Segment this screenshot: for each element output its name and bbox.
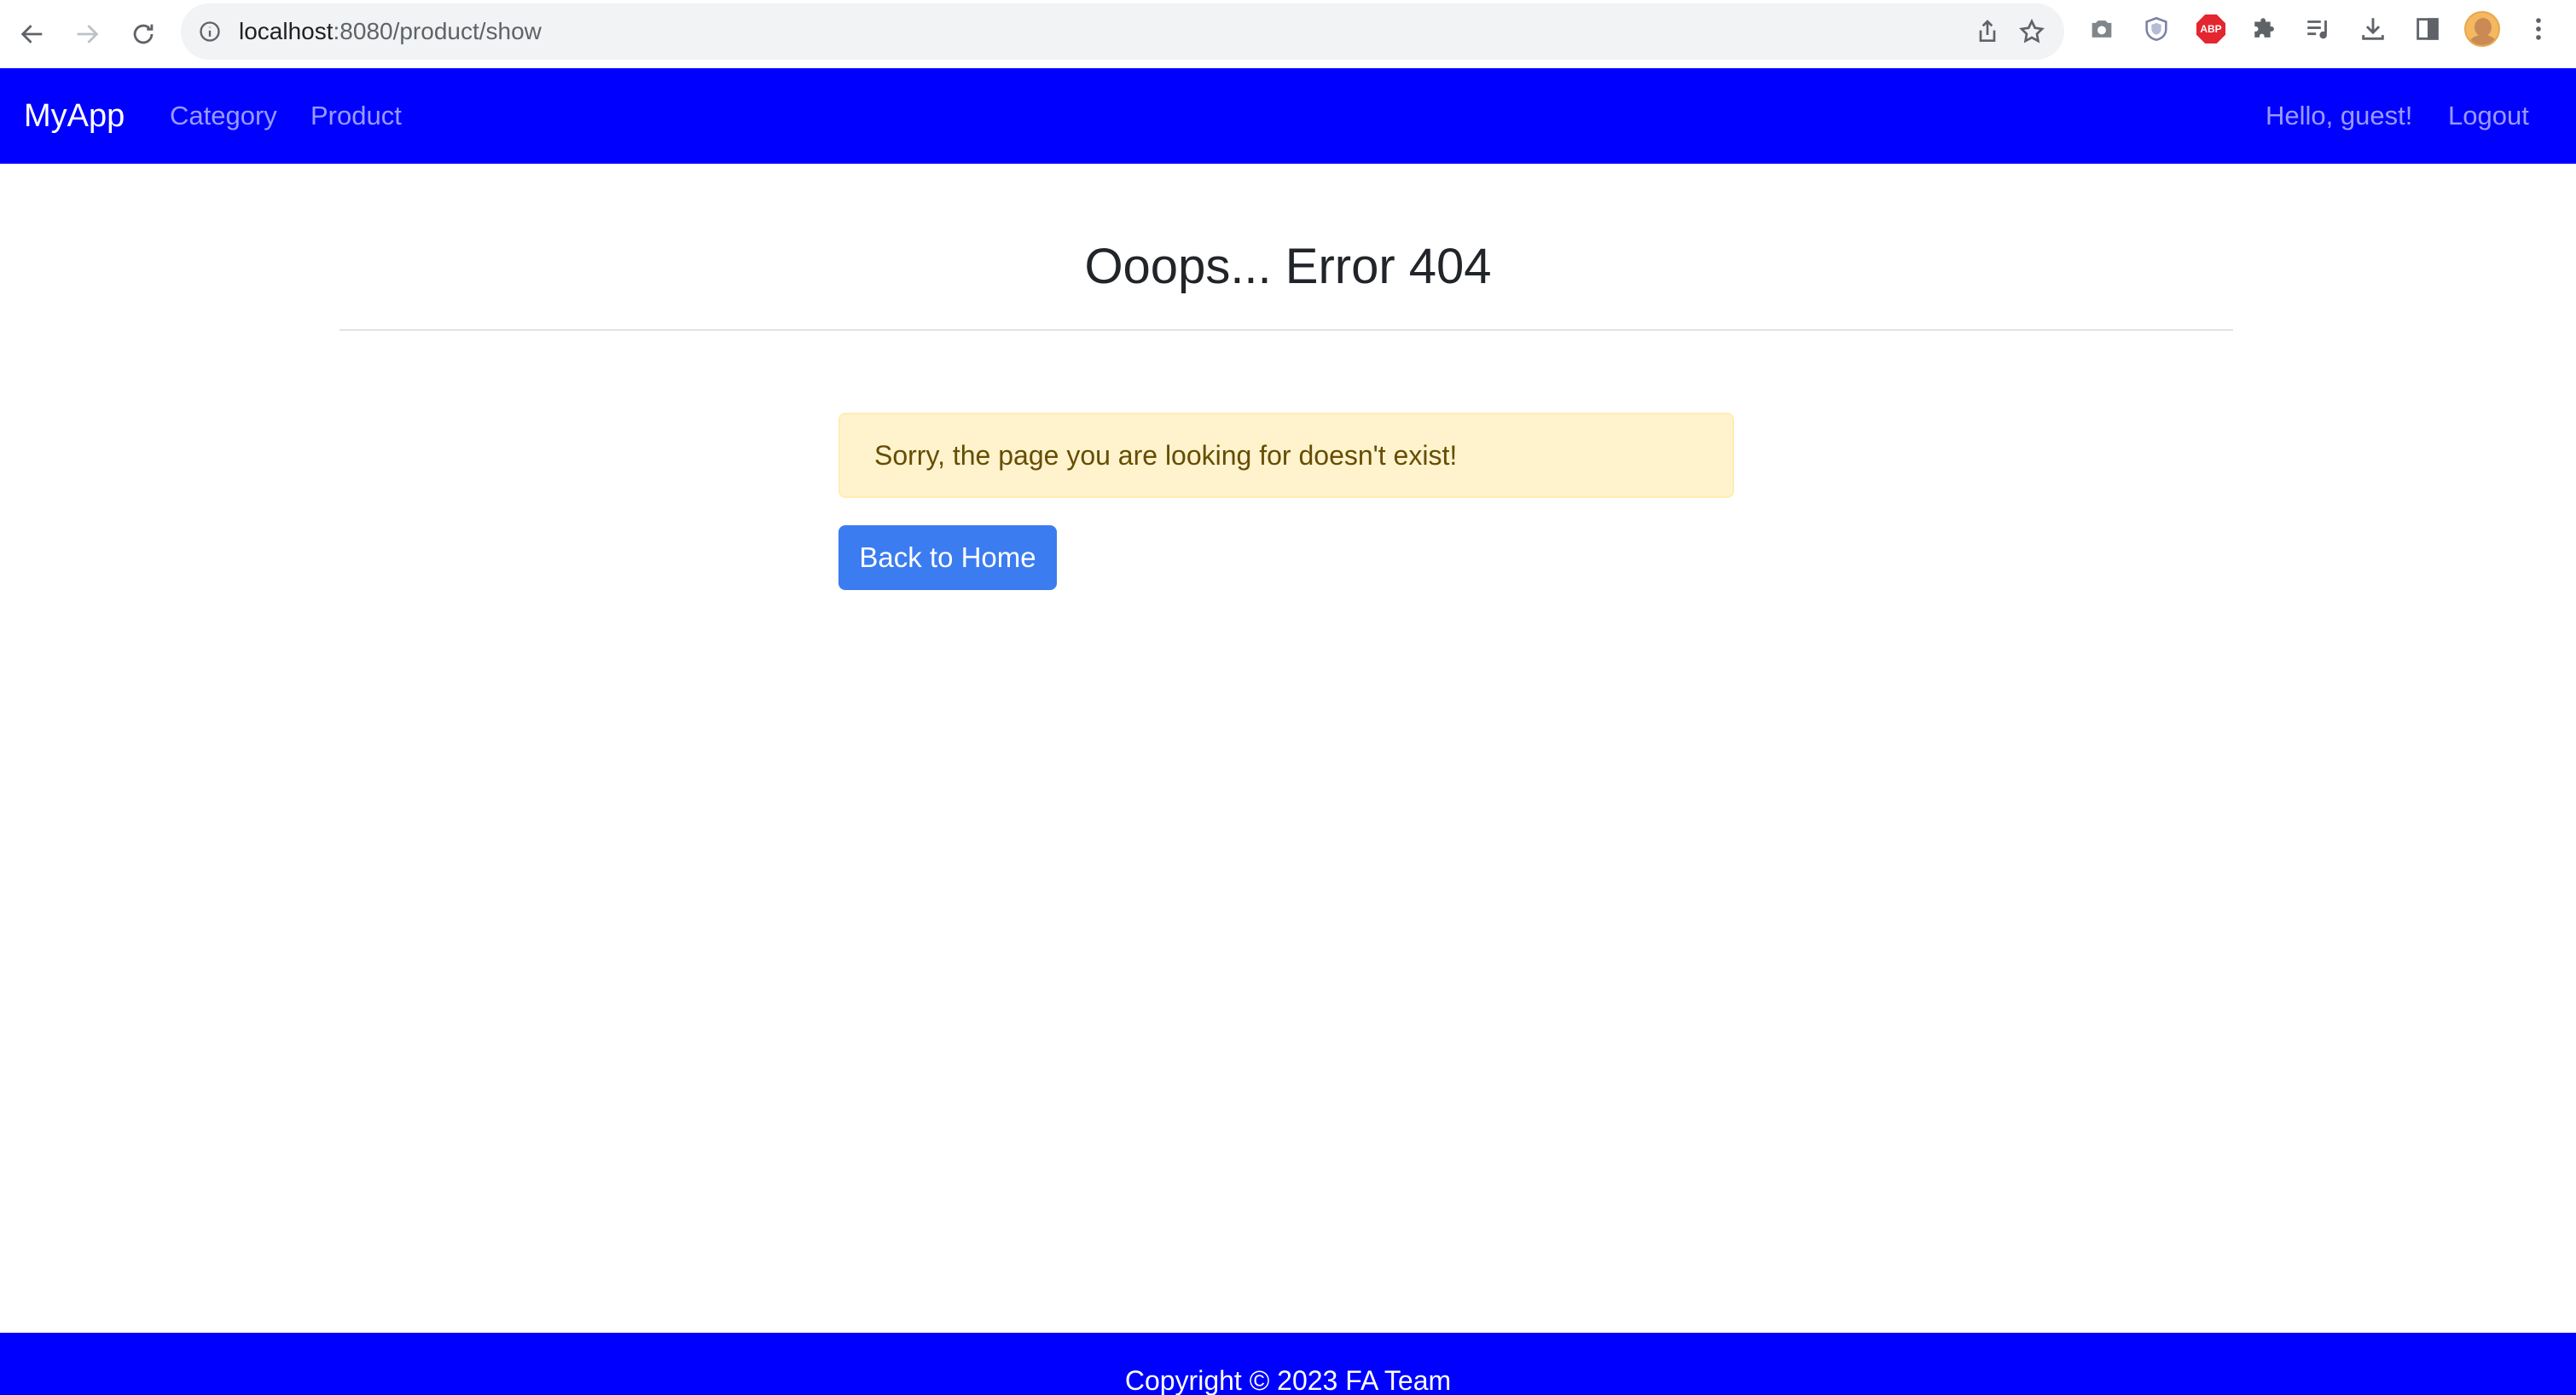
warning-alert: Sorry, the page you are looking for does…: [838, 413, 1734, 498]
page-title: Ooops... Error 404: [1084, 239, 1492, 294]
browser-menu-button[interactable]: [2523, 14, 2554, 44]
nav-link-category[interactable]: Category: [170, 68, 277, 164]
back-arrow-icon: [20, 25, 43, 43]
forward-arrow-icon: [77, 25, 99, 43]
back-to-home-button[interactable]: Back to Home: [838, 525, 1057, 590]
back-button[interactable]: [10, 12, 55, 56]
side-panel-button[interactable]: [2412, 14, 2443, 44]
forward-button[interactable]: [65, 12, 109, 56]
share-icon: [1979, 20, 1996, 42]
logout-link[interactable]: Logout: [2448, 68, 2529, 164]
media-queue-icon: [2307, 20, 2327, 39]
greeting-text: Hello, guest!: [2266, 101, 2413, 130]
nav-link-product[interactable]: Product: [310, 68, 402, 164]
url-host: localhost: [239, 18, 334, 44]
shield-extension[interactable]: [2141, 14, 2172, 44]
url-path: :8080/product/show: [333, 18, 542, 44]
camera-extension[interactable]: [2086, 14, 2117, 44]
profile-button[interactable]: [2463, 10, 2501, 48]
info-icon[interactable]: [198, 20, 222, 43]
abp-icon: ABP: [2196, 14, 2225, 43]
address-bar[interactable]: localhost:8080/product/show: [181, 3, 2064, 60]
adblock-extension[interactable]: ABP: [2196, 14, 2226, 44]
reload-icon: [133, 24, 154, 44]
title-divider: [339, 329, 2233, 331]
brand-link[interactable]: MyApp: [24, 68, 125, 164]
bookmark-button[interactable]: [2018, 18, 2045, 45]
camera-icon: [2092, 20, 2112, 38]
browser-toolbar: localhost:8080/product/show ABP: [0, 0, 2576, 68]
app-navbar: MyApp Category Product Hello, guest! Log…: [0, 68, 2576, 164]
reload-button[interactable]: [121, 12, 165, 56]
side-panel-icon: [2416, 18, 2439, 40]
extensions-button[interactable]: [2250, 14, 2281, 44]
puzzle-icon: [2254, 18, 2274, 38]
copyright-text: Copyright © 2023 FA Team: [1124, 1365, 1452, 1395]
star-icon: [2019, 18, 2045, 43]
url-text[interactable]: localhost:8080/product/show: [239, 3, 542, 60]
shield-icon: [2145, 16, 2167, 42]
footer: Copyright © 2023 FA Team: [0, 1333, 2576, 1395]
avatar: [2464, 11, 2500, 47]
downloads-button[interactable]: [2358, 14, 2388, 44]
share-button[interactable]: [1974, 18, 2001, 45]
media-queue-button[interactable]: [2303, 14, 2334, 44]
download-icon: [2362, 18, 2384, 40]
kebab-menu-icon: [2536, 18, 2541, 40]
